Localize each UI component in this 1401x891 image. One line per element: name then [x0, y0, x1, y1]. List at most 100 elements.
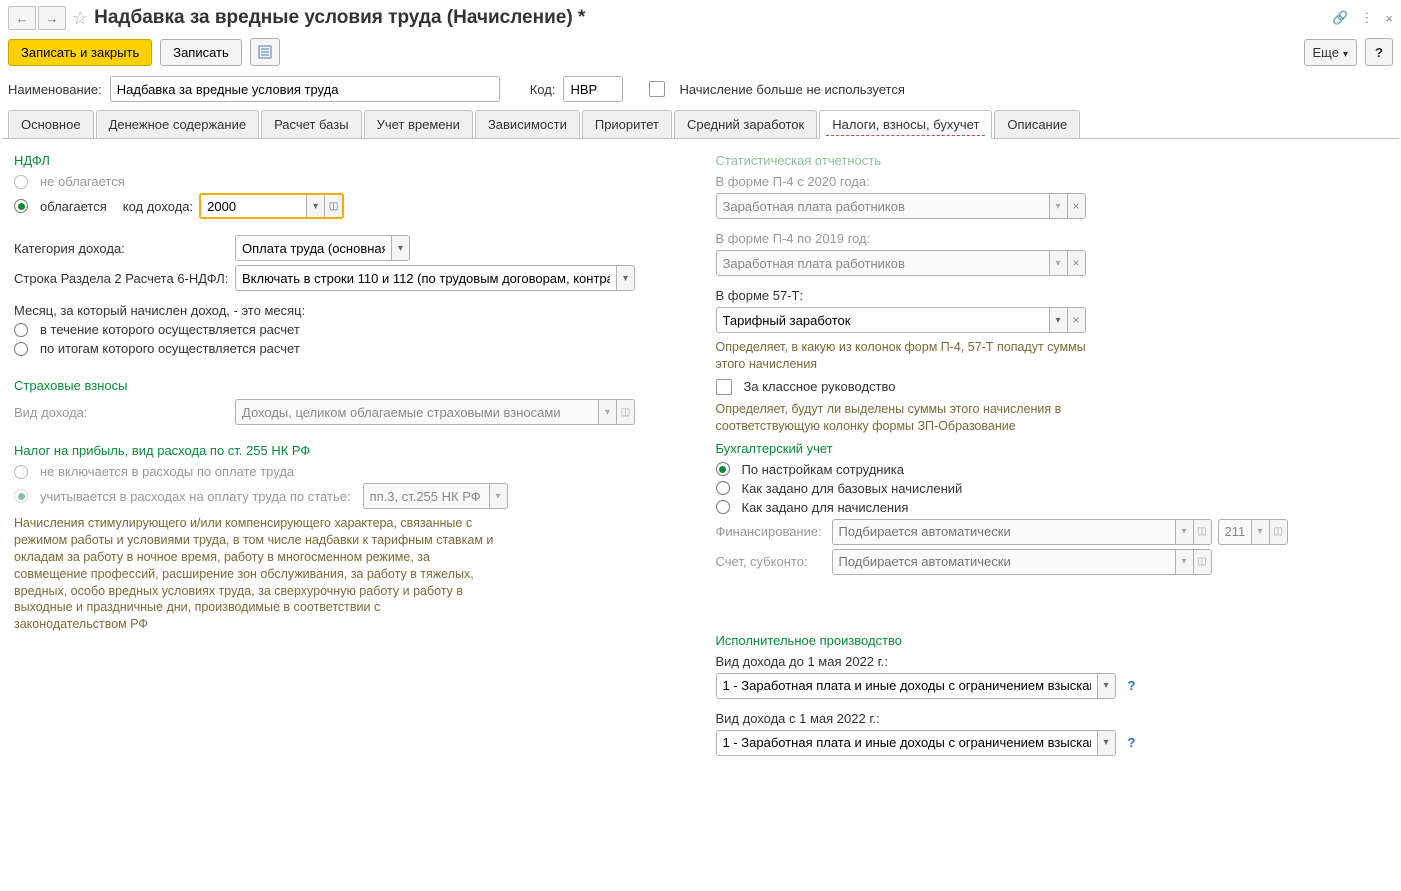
tab-description[interactable]: Описание: [994, 110, 1080, 138]
open-external-icon[interactable]: [324, 195, 342, 217]
chevron-down-icon: [1251, 520, 1269, 544]
save-and-close-button[interactable]: Записать и закрыть: [8, 39, 152, 66]
open-external-icon: [1193, 520, 1211, 544]
not-used-label: Начисление больше не используется: [679, 82, 904, 97]
exec-title: Исполнительное производство: [716, 633, 1388, 648]
chevron-down-icon: [489, 484, 507, 508]
class-leader-label: За классное руководство: [744, 379, 896, 394]
chevron-down-icon[interactable]: [1097, 731, 1115, 755]
account-sub-label: Счет, субконто:: [716, 554, 826, 569]
help-button[interactable]: ?: [1365, 38, 1393, 66]
open-external-icon: [1269, 520, 1287, 544]
name-label: Наименование:: [8, 82, 102, 97]
nav-back-button[interactable]: ←: [8, 6, 36, 30]
ndfl-taxed-radio[interactable]: [14, 199, 28, 213]
financing-combo: [832, 519, 1212, 545]
f57t-label: В форме 57-Т:: [716, 288, 1388, 303]
acct-title: Бухгалтерский учет: [716, 441, 1388, 456]
p4-2019-combo: [716, 250, 1086, 276]
account211-combo: [1218, 519, 1288, 545]
income-code-combo[interactable]: [199, 193, 344, 219]
acct-opt3-radio[interactable]: [716, 500, 730, 514]
tab-time[interactable]: Учет времени: [364, 110, 473, 138]
ndfl-taxed-label: облагается: [40, 199, 107, 214]
insurance-type-label: Вид дохода:: [14, 405, 229, 420]
chevron-down-icon[interactable]: [616, 266, 634, 290]
section2-label: Строка Раздела 2 Расчета 6-НДФЛ:: [14, 271, 229, 286]
profit-tax-hint: Начисления стимулирующего и/или компенси…: [14, 515, 494, 633]
chevron-down-icon[interactable]: [306, 195, 324, 217]
tab-base[interactable]: Расчет базы: [261, 110, 362, 138]
profit-opt2-label: учитывается в расходах на оплату труда п…: [40, 489, 351, 504]
class-leader-checkbox[interactable]: [716, 379, 732, 395]
tab-deps[interactable]: Зависимости: [475, 110, 580, 138]
exec-after-help[interactable]: ?: [1128, 735, 1136, 750]
insurance-title: Страховые взносы: [14, 378, 686, 393]
profit-tax-title: Налог на прибыль, вид расхода по ст. 255…: [14, 443, 686, 458]
ndfl-not-taxed-radio: [14, 175, 28, 189]
chevron-down-icon[interactable]: [1049, 308, 1067, 332]
p4-2020-label: В форме П-4 с 2020 года:: [716, 174, 1388, 189]
month-opt2-radio[interactable]: [14, 342, 28, 356]
chevron-down-icon: [1175, 550, 1193, 574]
income-category-label: Категория дохода:: [14, 241, 229, 256]
clear-icon: [1067, 194, 1085, 218]
chevron-down-icon[interactable]: [1097, 674, 1115, 698]
p4-2020-combo: [716, 193, 1086, 219]
name-input[interactable]: [110, 76, 500, 102]
exec-after-combo[interactable]: [716, 730, 1116, 756]
list-icon: [258, 45, 272, 59]
acct-opt2-label: Как задано для базовых начислений: [742, 481, 963, 496]
f57t-hint: Определяет, в какую из колонок форм П-4,…: [716, 339, 1116, 373]
tab-taxes[interactable]: Налоги, взносы, бухучет: [819, 110, 992, 139]
month-label: Месяц, за который начислен доход, - это …: [14, 303, 686, 318]
save-button[interactable]: Записать: [160, 39, 242, 66]
tab-avg-earn[interactable]: Средний заработок: [674, 110, 817, 138]
exec-before-combo[interactable]: [716, 673, 1116, 699]
profit-opt1-label: не включается в расходы по оплате труда: [40, 464, 294, 479]
exec-before-help[interactable]: ?: [1128, 678, 1136, 693]
chevron-down-icon: [1049, 194, 1067, 218]
favorite-star-icon[interactable]: ☆: [72, 8, 88, 29]
chevron-down-icon: [1175, 520, 1193, 544]
class-leader-hint: Определяет, будут ли выделены суммы этог…: [716, 401, 1116, 435]
nav-forward-button[interactable]: →: [38, 6, 66, 30]
month-opt1-label: в течение которого осуществляется расчет: [40, 322, 300, 337]
acct-opt2-radio[interactable]: [716, 481, 730, 495]
kebab-menu-icon[interactable]: ⋮: [1360, 10, 1373, 26]
f57t-combo[interactable]: [716, 307, 1086, 333]
ndfl-title: НДФЛ: [14, 153, 686, 168]
profit-article-combo: [363, 483, 508, 509]
financing-label: Финансирование:: [716, 524, 826, 539]
more-menu-button[interactable]: Еще: [1304, 39, 1357, 66]
clear-icon: [1067, 251, 1085, 275]
insurance-type-combo: [235, 399, 635, 425]
code-label: Код:: [530, 82, 556, 97]
not-used-checkbox[interactable]: [649, 81, 665, 97]
chevron-down-icon: [598, 400, 616, 424]
list-icon-button[interactable]: [250, 38, 280, 66]
clear-icon[interactable]: [1067, 308, 1085, 332]
tab-main[interactable]: Основное: [8, 110, 94, 138]
tab-priority[interactable]: Приоритет: [582, 110, 672, 138]
month-opt1-radio[interactable]: [14, 323, 28, 337]
profit-opt1-radio: [14, 465, 28, 479]
code-input[interactable]: [563, 76, 623, 102]
acct-opt1-radio[interactable]: [716, 462, 730, 476]
link-icon[interactable]: 🔗: [1332, 10, 1348, 26]
chevron-down-icon: [1343, 45, 1348, 60]
open-external-icon: [1193, 550, 1211, 574]
acct-opt1-label: По настройкам сотрудника: [742, 462, 904, 477]
income-code-label: код дохода:: [123, 199, 193, 214]
month-opt2-label: по итогам которого осуществляется расчет: [40, 341, 300, 356]
chevron-down-icon: [1049, 251, 1067, 275]
stat-title: Статистическая отчетность: [716, 153, 1388, 168]
p4-2019-label: В форме П-4 по 2019 год:: [716, 231, 1388, 246]
ndfl-not-taxed-label: не облагается: [40, 174, 125, 189]
profit-opt2-radio: [14, 489, 28, 503]
chevron-down-icon[interactable]: [391, 236, 409, 260]
income-category-combo[interactable]: [235, 235, 410, 261]
tab-money[interactable]: Денежное содержание: [96, 110, 259, 138]
section2-combo[interactable]: [235, 265, 635, 291]
close-icon[interactable]: ×: [1385, 11, 1393, 26]
